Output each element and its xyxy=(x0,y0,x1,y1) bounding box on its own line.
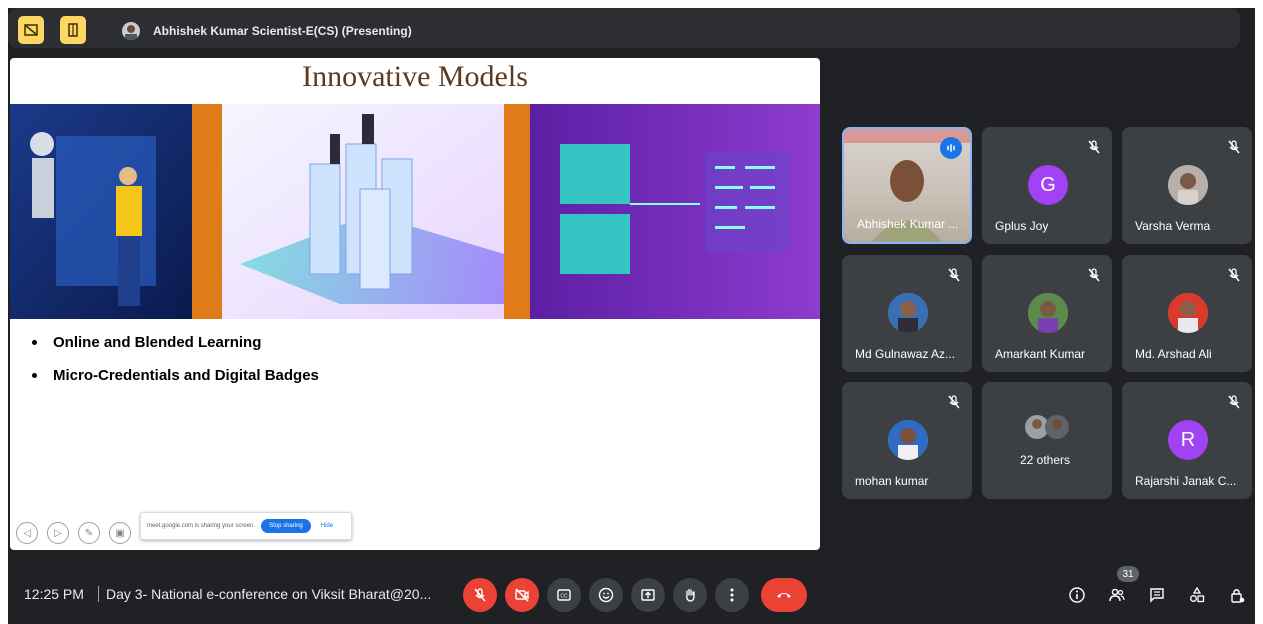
hide-notice-link[interactable]: Hide xyxy=(321,523,333,529)
speaking-indicator-icon xyxy=(940,137,962,159)
others-count: 22 others xyxy=(1019,453,1071,467)
participant-tile[interactable]: mohan kumar xyxy=(842,382,972,499)
screen-share-notice: meet.google.com is sharing your screen. … xyxy=(140,512,352,540)
previous-slide-icon[interactable]: ◁ xyxy=(16,522,38,544)
participant-avatar xyxy=(888,293,928,333)
leave-call-button[interactable] xyxy=(761,578,807,612)
layout-icon xyxy=(24,24,38,36)
participant-name: Amarkant Kumar xyxy=(995,347,1086,361)
participant-avatar: R xyxy=(1168,420,1208,460)
pen-icon[interactable]: ✎ xyxy=(78,522,100,544)
participant-avatar: G xyxy=(1028,165,1068,205)
participant-avatar xyxy=(1168,165,1208,205)
camera-off-icon xyxy=(515,588,529,602)
participant-tile[interactable]: Varsha Verma xyxy=(1122,127,1252,244)
svg-text:CC: CC xyxy=(560,594,568,600)
captions-button[interactable]: CC xyxy=(547,578,581,612)
stop-sharing-button[interactable]: Stop sharing xyxy=(261,519,311,533)
mic-off-icon xyxy=(1228,140,1240,154)
others-avatars-icon xyxy=(1025,415,1069,439)
mic-off-icon xyxy=(948,268,960,282)
participant-name: Varsha Verma xyxy=(1135,219,1211,233)
mic-off-icon xyxy=(1088,140,1100,154)
hand-icon xyxy=(686,588,695,602)
mic-off-icon xyxy=(1088,268,1100,282)
host-controls-button[interactable] xyxy=(1225,583,1249,607)
participant-name: Gplus Joy xyxy=(995,219,1049,233)
participant-tile-others[interactable]: 22 others xyxy=(982,382,1112,499)
camera-toggle-button[interactable] xyxy=(505,578,539,612)
share-notice-text: meet.google.com is sharing your screen. xyxy=(147,523,256,529)
bullet-dot xyxy=(32,373,37,378)
door-icon xyxy=(68,23,78,37)
reactions-button[interactable] xyxy=(589,578,623,612)
captions-icon: CC xyxy=(557,589,571,601)
present-button[interactable] xyxy=(631,578,665,612)
slide-title: Innovative Models xyxy=(302,60,528,93)
mic-toggle-button[interactable] xyxy=(463,578,497,612)
pop-out-button[interactable] xyxy=(60,16,86,44)
mic-off-icon xyxy=(948,395,960,409)
slides-grid-icon[interactable]: ▣ xyxy=(109,522,131,544)
participant-name: Md Gulnawaz Az... xyxy=(855,347,956,361)
bullet-dot xyxy=(32,340,37,345)
activities-button[interactable] xyxy=(1185,583,1209,607)
mic-off-icon xyxy=(1228,268,1240,282)
present-screen-icon xyxy=(641,589,655,601)
people-button[interactable] xyxy=(1105,583,1129,607)
participant-avatar xyxy=(1168,293,1208,333)
participant-name: Md. Arshad Ali xyxy=(1135,347,1212,361)
mic-off-icon xyxy=(474,588,486,602)
slide-bullet-list: Online and Blended Learning Micro-Creden… xyxy=(32,326,319,392)
layout-toggle-button[interactable] xyxy=(18,16,44,44)
presenter-name: Abhishek Kumar Scientist-E(CS) (Presenti… xyxy=(153,24,412,38)
more-vert-icon xyxy=(730,588,734,602)
mic-off-icon xyxy=(1228,395,1240,409)
presentation-top-bar: Abhishek Kumar Scientist-E(CS) (Presenti… xyxy=(8,8,1240,48)
slide-bullet: Online and Blended Learning xyxy=(32,326,319,359)
participant-avatar xyxy=(888,420,928,460)
participant-tile[interactable]: Md Gulnawaz Az... xyxy=(842,255,972,372)
participant-avatar xyxy=(1028,293,1068,333)
participant-name: Rajarshi Janak C... xyxy=(1135,474,1237,488)
participant-tile[interactable]: G Gplus Joy xyxy=(982,127,1112,244)
participant-name: mohan kumar xyxy=(855,474,929,488)
slide-bullet: Micro-Credentials and Digital Badges xyxy=(32,359,319,392)
lock-person-icon xyxy=(1231,589,1245,603)
more-options-button[interactable] xyxy=(715,578,749,612)
people-icon xyxy=(1109,588,1125,602)
meeting-controls-bar: 12:25 PM Day 3- National e-conference on… xyxy=(8,566,1255,624)
meeting-title: Day 3- National e-conference on Viksit B… xyxy=(106,586,432,602)
meeting-details-button[interactable] xyxy=(1065,583,1089,607)
participant-tile[interactable]: R Rajarshi Janak C... xyxy=(1122,382,1252,499)
participant-count-badge: 31 xyxy=(1117,566,1139,582)
activities-icon xyxy=(1190,586,1205,603)
info-icon xyxy=(1069,587,1085,603)
emoji-icon xyxy=(598,587,614,603)
chat-icon xyxy=(1150,588,1164,603)
hang-up-icon xyxy=(777,593,791,598)
slide-banner-image xyxy=(10,104,820,319)
raise-hand-button[interactable] xyxy=(673,578,707,612)
shared-screen: Innovative Models Online and Blended Lea… xyxy=(10,58,820,550)
participant-tile[interactable]: Amarkant Kumar xyxy=(982,255,1112,372)
chat-button[interactable] xyxy=(1145,583,1169,607)
slide-navigation: ◁ ▷ ✎ ▣ xyxy=(16,522,131,544)
divider xyxy=(98,586,99,602)
next-slide-icon[interactable]: ▷ xyxy=(47,522,69,544)
meeting-clock: 12:25 PM xyxy=(24,586,84,602)
participant-name: Abhishek Kumar ... xyxy=(857,217,959,231)
participant-tile[interactable]: Md. Arshad Ali xyxy=(1122,255,1252,372)
presenter-avatar xyxy=(122,22,140,40)
participant-tile[interactable]: Abhishek Kumar ... xyxy=(842,127,972,244)
